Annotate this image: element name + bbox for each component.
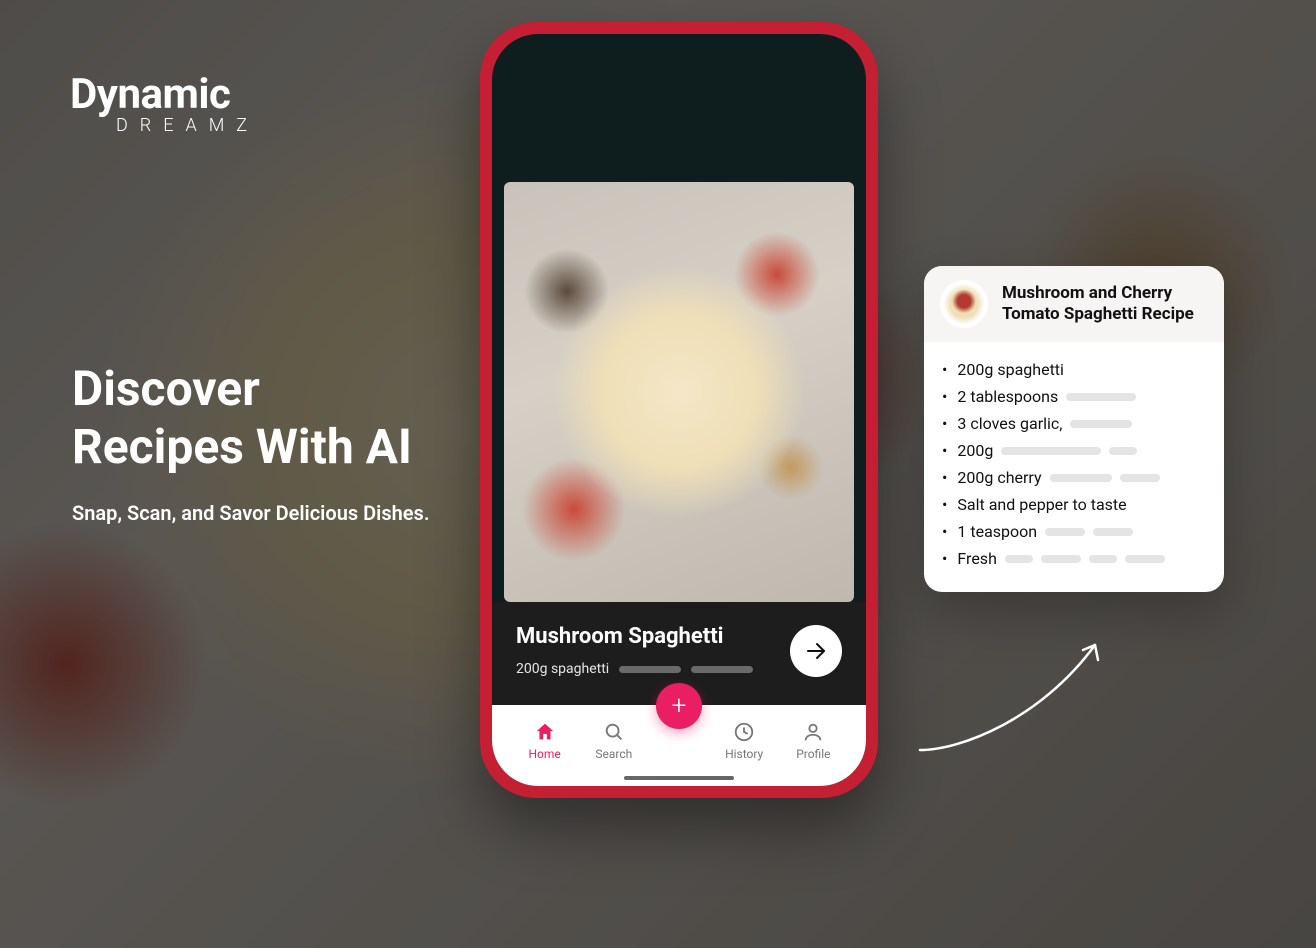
home-icon <box>534 721 556 743</box>
phone-mockup: Mushroom Spaghetti 200g spaghetti + <box>480 22 878 798</box>
hero-tagline: Snap, Scan, and Savor Delicious Dishes. <box>72 501 430 525</box>
brand-logo: Dynamic DREAMZ <box>70 70 259 136</box>
caption-title: Mushroom Spaghetti <box>516 624 790 649</box>
phone-dish-photo <box>504 182 854 602</box>
nav-profile[interactable]: Profile <box>786 721 840 761</box>
phone-screen: Mushroom Spaghetti 200g spaghetti + <box>492 34 866 786</box>
nav-search[interactable]: Search <box>587 721 641 761</box>
recipe-card-title: Mushroom and Cherry Tomato Spaghetti Rec… <box>1002 283 1208 326</box>
recipe-thumb <box>940 280 988 328</box>
caption-subtext: 200g spaghetti <box>516 661 609 677</box>
user-icon <box>802 721 824 743</box>
nav-label: History <box>725 747 763 761</box>
ingredient-item: 200g <box>942 437 1206 464</box>
phone-statusbar-area <box>492 34 866 182</box>
hero-headline-block: Discover Recipes With AI Snap, Scan, and… <box>72 360 430 525</box>
ingredient-item: 200g cherry <box>942 464 1206 491</box>
ingredient-item: 1 teaspoon <box>942 518 1206 545</box>
ingredient-item: 3 cloves garlic, <box>942 410 1206 437</box>
ingredient-item: 2 tablespoons <box>942 383 1206 410</box>
caption-placeholder <box>619 666 681 673</box>
nav-home[interactable]: Home <box>518 721 572 761</box>
ingredient-item: 200g spaghetti <box>942 356 1206 383</box>
ingredient-item: Fresh <box>942 545 1206 572</box>
open-recipe-button[interactable] <box>790 625 842 677</box>
arrow-right-icon <box>804 639 828 663</box>
recipe-card: Mushroom and Cherry Tomato Spaghetti Rec… <box>924 266 1224 592</box>
recipe-card-header: Mushroom and Cherry Tomato Spaghetti Rec… <box>924 266 1224 342</box>
add-fab-button[interactable]: + <box>656 683 702 729</box>
hero-headline: Discover Recipes With AI <box>72 360 430 475</box>
nav-history[interactable]: History <box>717 721 771 761</box>
plus-icon: + <box>672 691 687 721</box>
bottom-nav: + Home Search Hist <box>492 705 866 786</box>
ingredient-item: Salt and pepper to taste <box>942 491 1206 518</box>
search-icon <box>603 721 625 743</box>
caption-placeholder <box>691 666 753 673</box>
clock-icon <box>733 721 755 743</box>
nav-label: Home <box>528 747 560 761</box>
nav-label: Search <box>595 747 632 761</box>
ingredient-list: 200g spaghetti 2 tablespoons 3 cloves ga… <box>924 342 1224 592</box>
nav-label: Profile <box>796 747 830 761</box>
home-indicator <box>624 776 734 780</box>
